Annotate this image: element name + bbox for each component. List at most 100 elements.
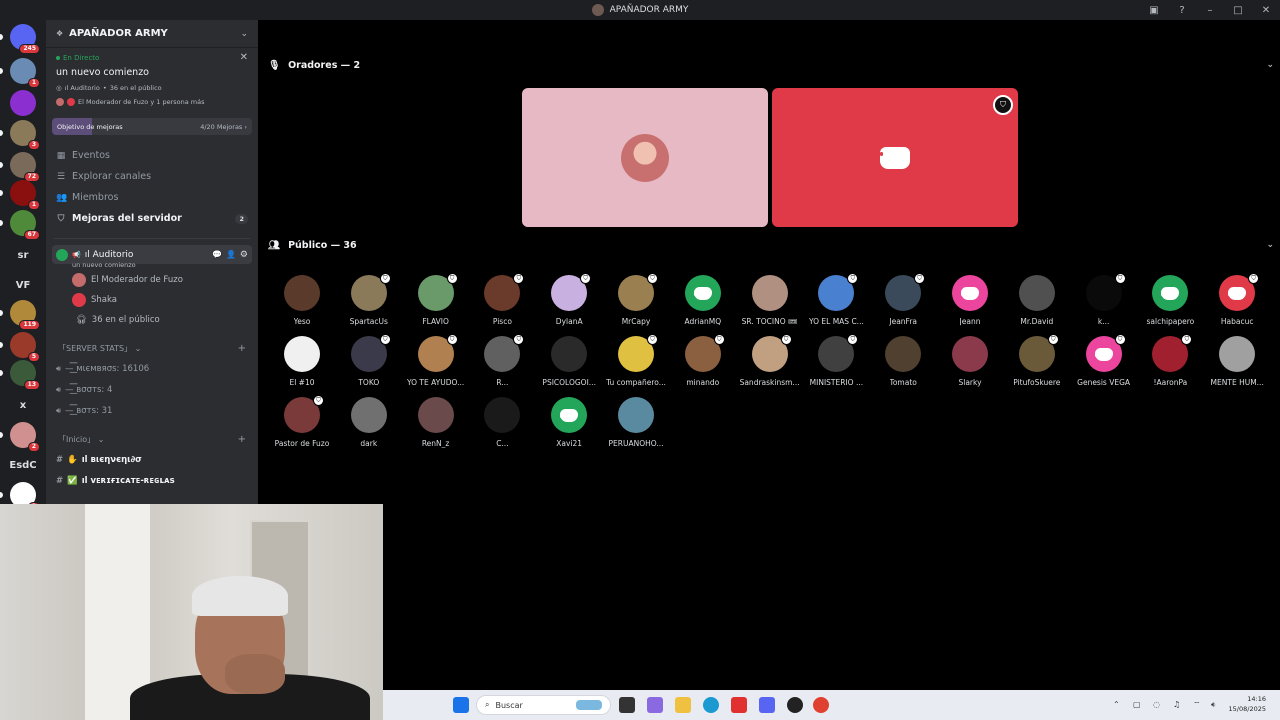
edge-icon[interactable] (703, 697, 719, 713)
add-channel-icon[interactable]: + (238, 343, 246, 354)
volume-icon[interactable]: 🔉︎ (1211, 700, 1216, 710)
audience-member[interactable]: ⛉ MrCapy (598, 273, 674, 331)
taskbar-clock[interactable]: 14:16 15/08/2025 (1229, 694, 1266, 714)
nav-item-miembros[interactable]: 👥 Miembros (46, 187, 258, 208)
wifi-icon[interactable]: ⌔ (1193, 700, 1201, 710)
voice-channel-stat[interactable]: 🔊︎ —͟͞͞ вσσтѕ: 4 (46, 379, 258, 400)
audience-member[interactable]: salchipapero (1132, 275, 1208, 331)
tray-icon[interactable]: ♫ (1173, 700, 1180, 709)
close-button[interactable]: ✕ (1252, 0, 1280, 20)
chevron-up-icon[interactable]: ⌃ (1113, 700, 1120, 709)
chevron-down-icon[interactable]: ⌄ (1266, 240, 1274, 250)
copilot-icon[interactable] (647, 697, 663, 713)
audience-member[interactable]: MENTE HUM... (1199, 336, 1275, 392)
audience-member[interactable]: ⛉ Pastor de Fuzo (264, 395, 340, 453)
server-icon[interactable]: 72 (10, 152, 40, 182)
audience-member[interactable]: ⛉ FLAVIO (398, 273, 474, 331)
voice-channel-stat[interactable]: 🔊︎ —͟͞͞ вσтѕ: 31 (46, 400, 258, 421)
minimize-button[interactable]: – (1196, 0, 1224, 20)
help-icon[interactable]: ? (1168, 0, 1196, 20)
chevron-down-icon[interactable]: ⌄ (1266, 60, 1274, 70)
audience-member[interactable]: ⛉ Pisco (464, 273, 540, 331)
server-icon[interactable]: 245 (10, 24, 40, 54)
audience-member[interactable]: PSICOLOGOI... (531, 336, 607, 392)
nav-item-eventos[interactable]: ▦ Eventos (46, 145, 258, 166)
text-channel[interactable]: # ✋ ıl вιєηνєηι∂σ (46, 449, 258, 470)
server-icon[interactable]: 5 (10, 332, 40, 362)
audience-member[interactable]: RenN_z (398, 397, 474, 453)
stage-channel-auditorio[interactable]: 📢 ıl Auditorio 💬 👤 ⚙ un nuevo comienzo (52, 245, 252, 269)
close-icon[interactable]: ✕ (240, 52, 248, 63)
audience-member[interactable]: C... (464, 397, 540, 453)
audience-member[interactable]: ⛉ DylanA (531, 273, 607, 331)
tray-icon[interactable]: ▢ (1133, 700, 1141, 709)
audience-member[interactable]: PERUANOHO... (598, 397, 674, 453)
audience-member[interactable]: Slarky (932, 336, 1008, 392)
server-icon[interactable]: 2 (10, 422, 40, 452)
server-icon[interactable]: x (7, 392, 39, 418)
chrome-icon[interactable] (813, 697, 829, 713)
task-view-icon[interactable] (619, 697, 635, 713)
audience-member[interactable]: dark (331, 397, 407, 453)
server-boosts-nav[interactable]: ⛉ Mejoras del servidor 2 (46, 208, 258, 229)
audience-member[interactable]: Jeann (932, 275, 1008, 331)
server-icon[interactable]: EsdC (7, 452, 39, 478)
server-icon[interactable]: 67 (10, 210, 40, 240)
discord-taskbar-icon[interactable] (759, 697, 775, 713)
audience-member[interactable]: ⛉ SpartacUs (331, 273, 407, 331)
boost-goal-bar[interactable]: Objetivo de mejoras 4/20 Mejoras › (52, 118, 252, 135)
audience-member[interactable]: ⛉ R... (464, 334, 540, 392)
audience-member[interactable]: ⛉ !AaronPa (1132, 334, 1208, 392)
tray-icon[interactable]: ◌ (1153, 700, 1160, 709)
audience-header[interactable]: 👥︎ Público — 36 ⌄ (268, 235, 1274, 255)
audience-member[interactable]: ⛉ MINISTERIO ... (798, 334, 874, 392)
audience-member[interactable]: AdrianMQ (665, 275, 741, 331)
audience-member[interactable]: Mr.David (999, 275, 1075, 331)
audience-member[interactable]: ⛉ Habacuc (1199, 273, 1275, 331)
chat-icon[interactable]: 💬 (212, 250, 222, 259)
audience-member[interactable]: ⛉ Genesis VEGA (1066, 334, 1142, 392)
server-icon[interactable]: sr (7, 242, 39, 268)
audience-member[interactable]: ⛉ Sandraskinsm... (732, 334, 808, 392)
speakers-header[interactable]: 🎙︎ Oradores — 2 ⌄ (268, 55, 1274, 75)
gear-icon[interactable]: ⚙ (240, 250, 248, 260)
maximize-button[interactable]: □ (1224, 0, 1252, 20)
windows-start-icon[interactable] (453, 697, 469, 713)
nav-item-explorar-canales[interactable]: ☰ Explorar canales (46, 166, 258, 187)
text-channel[interactable]: # ✅ ıl ᴠᴇʀɪғɪᴄᴀᴛᴇ-ʀᴇɢʟᴀs (46, 470, 258, 491)
add-channel-icon[interactable]: + (238, 434, 246, 445)
server-icon[interactable]: 1 (10, 58, 40, 88)
server-icon[interactable] (10, 90, 36, 116)
audience-member[interactable]: ⛉ minando (665, 334, 741, 392)
audience-member[interactable]: ⛉ k... (1066, 273, 1142, 331)
speaker-tile[interactable] (522, 88, 768, 227)
file-explorer-icon[interactable] (675, 697, 691, 713)
app-icon[interactable] (731, 697, 747, 713)
audience-member[interactable]: ⛉ YO TE AYUDO... (398, 334, 474, 392)
audience-member[interactable]: Tomato (865, 336, 941, 392)
server-icon[interactable]: 119 (10, 300, 40, 330)
audience-member[interactable]: ⛉ TOKO (331, 334, 407, 392)
taskbar-search[interactable]: ⌕ Buscar (476, 695, 611, 715)
audience-member[interactable]: Yeso (264, 275, 340, 331)
inbox-icon[interactable]: ▣ (1140, 0, 1168, 20)
server-header[interactable]: ❖ APAÑADOR ARMY ⌄ (46, 20, 258, 48)
server-icon[interactable]: 3 (10, 120, 40, 150)
server-icon[interactable]: 1 (10, 482, 40, 505)
audience-member[interactable]: ⛉ JeanFra (865, 273, 941, 331)
category-server-stats[interactable]: 「SERVER STATS」 ⌄ + (46, 338, 258, 358)
obs-icon[interactable] (787, 697, 803, 713)
stage-user[interactable]: Shaka (46, 290, 258, 310)
category-inicio[interactable]: 「Inicio」 ⌄ + (46, 429, 258, 449)
server-icon[interactable]: 1 (10, 180, 40, 210)
voice-channel-stat[interactable]: 🔊︎ —͟͞͞ мιємвяσѕ: 16106 (46, 358, 258, 379)
stage-user[interactable]: El Moderador de Fuzo (46, 270, 258, 290)
stage-audience-count[interactable]: 🎧︎ 36 en el público (46, 310, 258, 330)
live-stage-card[interactable]: En Directo ✕ un nuevo comienzo ◎ ıl Audi… (46, 48, 258, 110)
audience-member[interactable]: ⛉ PitufoSkuere (999, 334, 1075, 392)
server-icon[interactable]: VF (7, 272, 39, 298)
speaker-tile[interactable]: ⛉ (772, 88, 1018, 227)
audience-member[interactable]: Xavi21 (531, 397, 607, 453)
audience-member[interactable]: El #10 (264, 336, 340, 392)
audience-member[interactable]: SR. TOCINO 🎟 (732, 275, 808, 331)
